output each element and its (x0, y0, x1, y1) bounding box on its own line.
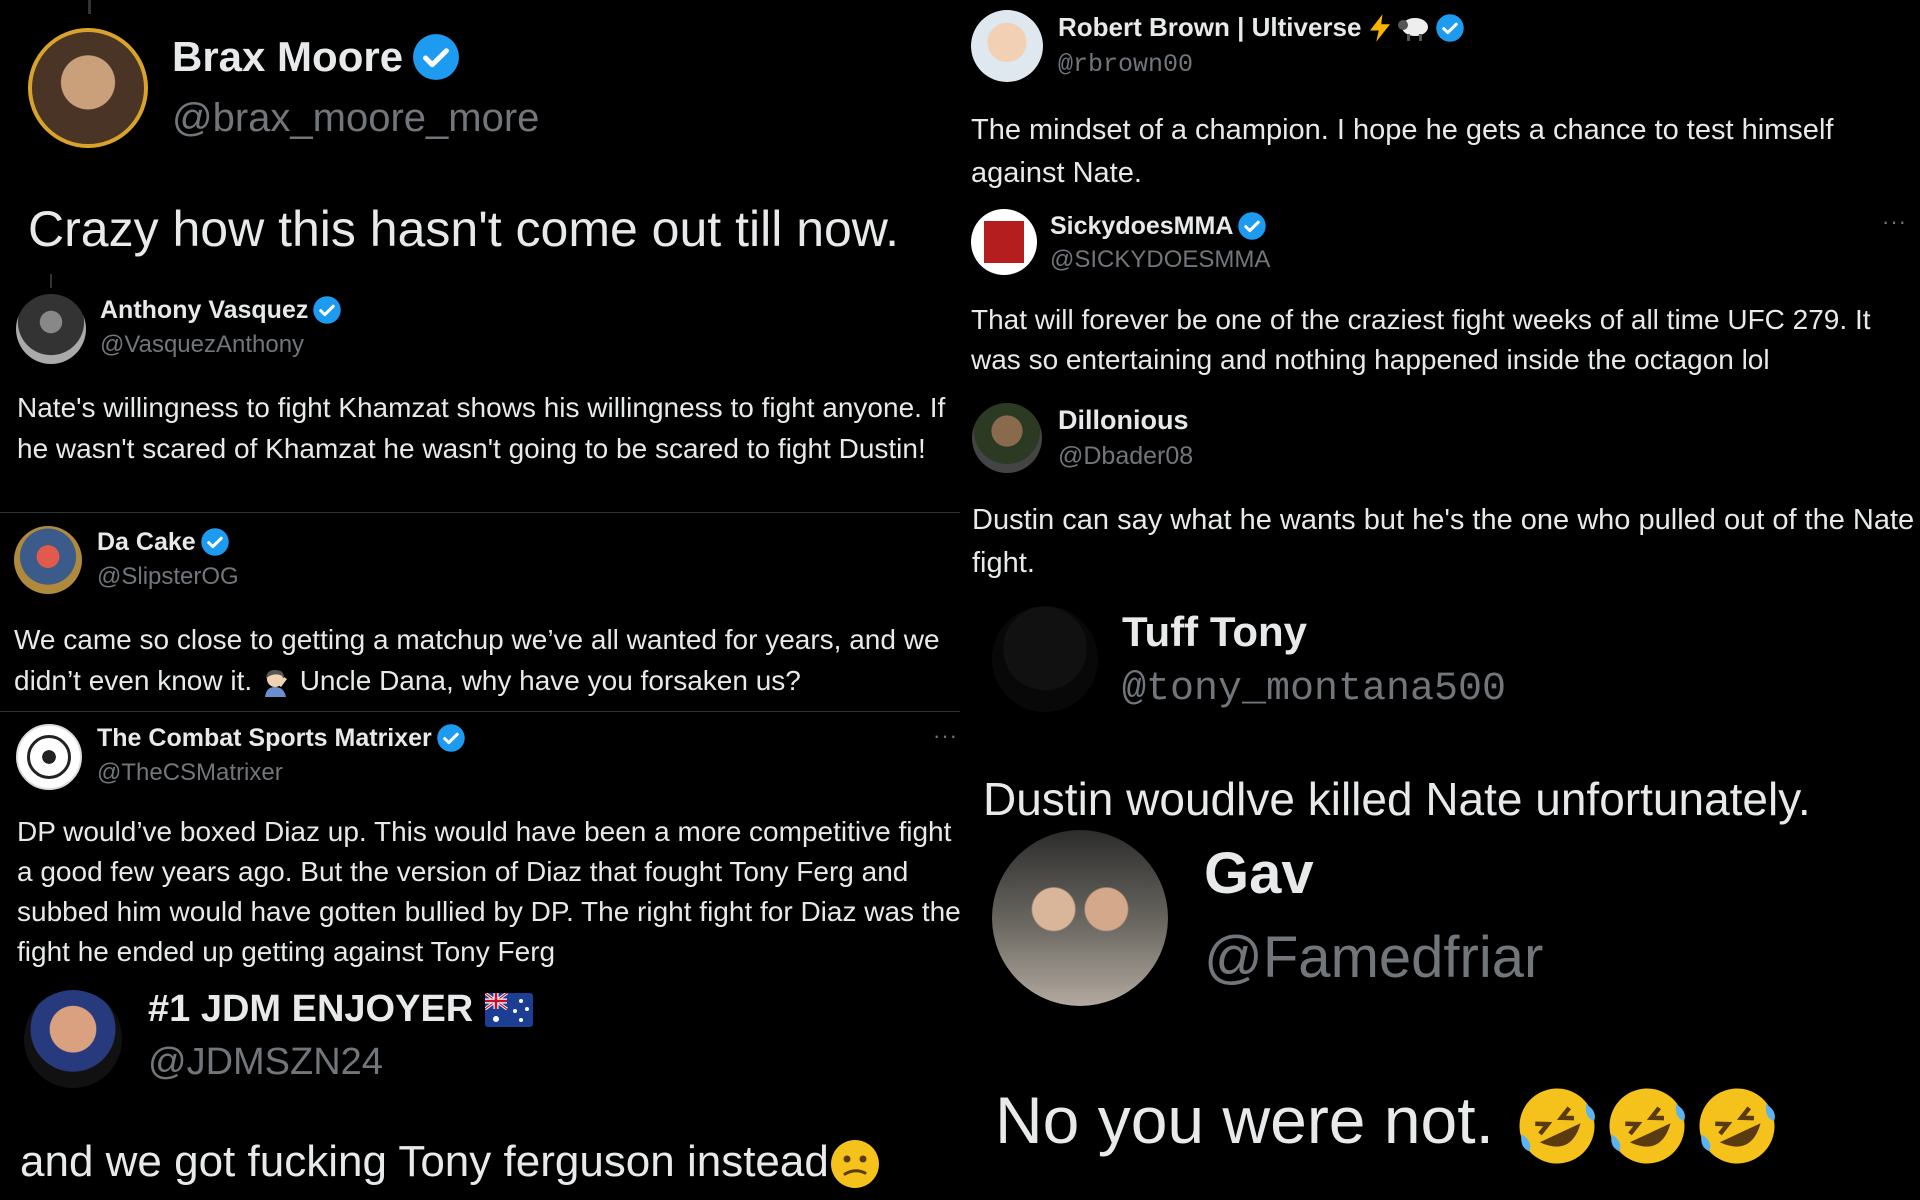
display-name[interactable]: Brax Moore (172, 32, 461, 82)
handle[interactable]: @brax_moore_more (172, 96, 539, 141)
tweet-text-part: and we got fucking Tony ferguson instead (20, 1137, 829, 1186)
handle[interactable]: @Famedfriar (1204, 924, 1543, 991)
display-name[interactable]: Tuff Tony (1122, 608, 1307, 656)
confused-face-emoji-icon (830, 1140, 879, 1189)
avatar[interactable] (992, 830, 1168, 1006)
facepalm-emoji-icon (264, 669, 287, 697)
avatar[interactable] (24, 990, 122, 1088)
handle[interactable]: @Dbader08 (1058, 442, 1193, 471)
tweet-text: DP would’ve boxed Diaz up. This would ha… (17, 816, 961, 967)
verified-badge-icon (1238, 212, 1267, 240)
tweet-text: Nate's willingness to fight Khamzat show… (17, 392, 946, 464)
thread-line (88, 0, 91, 14)
tweet-text: and we got fucking Tony ferguson instead (20, 1132, 881, 1191)
avatar[interactable] (16, 724, 82, 790)
sheep-emoji-icon (1398, 17, 1429, 41)
display-name[interactable]: Dillonious (1058, 405, 1189, 436)
more-options-icon[interactable]: ··· (933, 723, 958, 749)
tweet-text: Dustin woudlve killed Nate unfortunately… (983, 773, 1811, 825)
display-name-text: Gav (1204, 841, 1314, 906)
display-name-text: Robert Brown | Ultiverse (1058, 12, 1362, 42)
verified-badge-icon (437, 724, 465, 752)
verified-badge-icon (1436, 13, 1465, 42)
display-name[interactable]: Da Cake (97, 527, 230, 557)
tweet-text: Dustin can say what he wants but he's th… (972, 504, 1915, 579)
display-name[interactable]: Robert Brown | Ultiverse (1058, 12, 1465, 43)
divider (0, 512, 960, 513)
tweet-text-part: No you were not. (995, 1083, 1494, 1157)
handle[interactable]: @TheCSMatrixer (97, 759, 283, 787)
handle[interactable]: @tony_montana500 (1122, 667, 1506, 712)
verified-badge-icon (413, 34, 459, 80)
handle[interactable]: @SICKYDOESMMA (1050, 246, 1270, 274)
display-name-text: Dillonious (1058, 405, 1189, 435)
divider (0, 711, 960, 712)
handle[interactable]: @rbrown00 (1058, 50, 1193, 79)
avatar[interactable] (16, 294, 86, 364)
display-name[interactable]: SickydoesMMA (1050, 211, 1267, 241)
rolling-laughing-emoji-icon (1699, 1088, 1776, 1164)
display-name[interactable]: Anthony Vasquez (100, 295, 342, 325)
verified-badge-icon (200, 528, 229, 556)
rolling-laughing-emoji-icon (1609, 1088, 1686, 1164)
display-name-text: Brax Moore (172, 33, 404, 80)
handle[interactable]: @JDMSZN24 (148, 1041, 383, 1084)
display-name-text: SickydoesMMA (1050, 211, 1234, 240)
display-name-text: #1 JDM ENJOYER (148, 988, 474, 1030)
rolling-laughing-emoji-icon (1519, 1088, 1596, 1164)
lightning-emoji-icon (1370, 13, 1391, 42)
tweet-text: The mindset of a champion. I hope he get… (971, 114, 1834, 189)
avatar[interactable] (14, 526, 82, 594)
tweet-text-part: Uncle Dana, why have you forsaken us? (299, 665, 801, 696)
tweet-text: We came so close to getting a matchup we… (14, 619, 964, 701)
tweet-text: No you were not. (995, 1080, 1782, 1171)
thread-line (50, 274, 52, 288)
australia-flag-icon (485, 992, 534, 1027)
display-name[interactable]: The Combat Sports Matrixer (97, 723, 466, 753)
display-name[interactable]: Gav (1204, 840, 1314, 907)
handle[interactable]: @VasquezAnthony (100, 331, 304, 359)
display-name-text: Anthony Vasquez (100, 295, 309, 324)
avatar[interactable] (971, 10, 1043, 82)
verified-badge-icon (313, 296, 342, 324)
avatar[interactable] (972, 403, 1042, 473)
avatar[interactable] (28, 28, 148, 148)
avatar[interactable] (971, 209, 1037, 275)
display-name-text: Da Cake (97, 527, 196, 556)
handle[interactable]: @SlipsterOG (97, 563, 239, 591)
more-options-icon[interactable]: ··· (1882, 209, 1907, 235)
avatar[interactable] (992, 606, 1098, 712)
display-name-text: The Combat Sports Matrixer (97, 723, 432, 752)
tweet-text: That will forever be one of the craziest… (971, 304, 1871, 375)
display-name[interactable]: #1 JDM ENJOYER (148, 988, 534, 1031)
tweet-text: Crazy how this hasn't come out till now. (28, 201, 900, 257)
display-name-text: Tuff Tony (1122, 608, 1308, 655)
